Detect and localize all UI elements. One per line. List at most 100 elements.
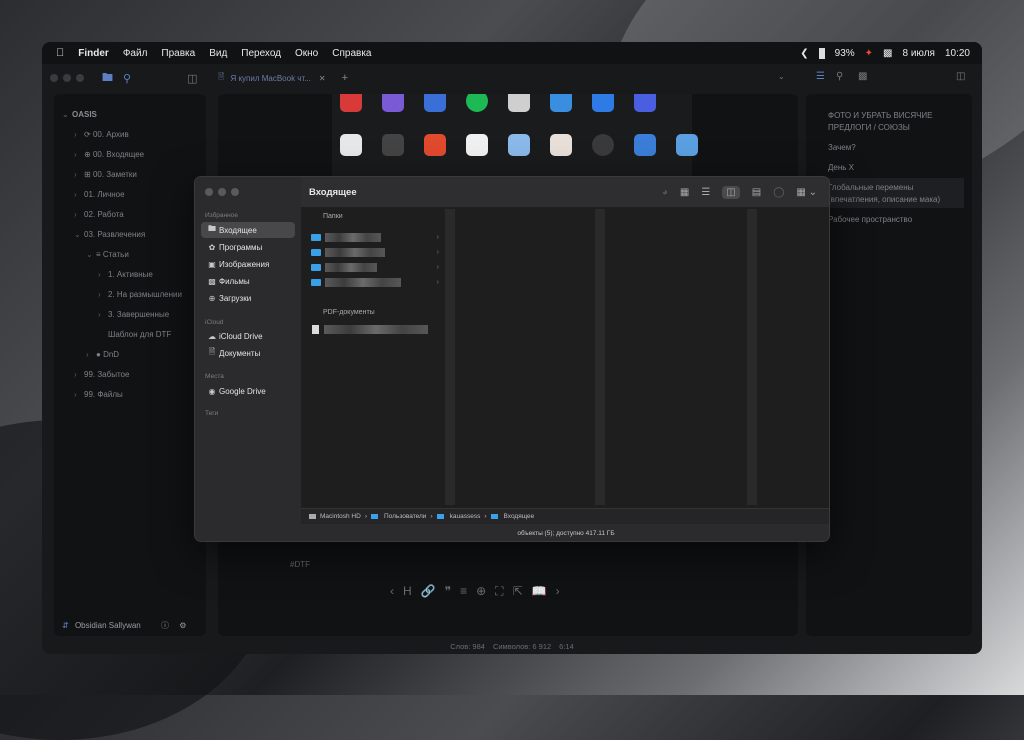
fullscreen-icon[interactable]: ⛶ — [495, 584, 503, 599]
icon-view-icon[interactable]: ▦ — [680, 187, 689, 198]
outline-item[interactable]: Рабочее пространство — [828, 214, 912, 225]
path-item[interactable]: kauassess — [450, 513, 481, 520]
sidebar-item-movies[interactable]: ▩ Фильмы — [201, 273, 295, 289]
folder-row[interactable]: › — [311, 246, 439, 258]
photo-icon: ▣ — [208, 259, 216, 269]
path-item[interactable]: Пользователи — [384, 513, 426, 520]
close-dot[interactable] — [50, 74, 58, 82]
new-tab-icon[interactable]: + — [342, 72, 348, 84]
outline-item[interactable]: Глобальные перемены — [828, 182, 913, 193]
list-view-icon[interactable]: ☰ — [701, 187, 710, 198]
tree-label: 99. Забытое — [84, 370, 130, 379]
menu-file[interactable]: Файл — [123, 48, 148, 59]
outline-item[interactable]: ПРЕДЛОГИ / СОЮЗЫ — [828, 122, 910, 133]
pdf-row[interactable] — [311, 323, 439, 335]
sidebar-item-icloud-drive[interactable]: ☁ iCloud Drive — [201, 328, 295, 344]
column-divider[interactable] — [747, 209, 757, 505]
control-center-icon[interactable]: ▩ — [883, 48, 892, 59]
home-folder-icon — [436, 514, 444, 519]
vault-root[interactable]: ⌄ OASIS — [62, 110, 97, 119]
close-tab-icon[interactable]: ✕ — [319, 74, 326, 83]
tree-item-notes[interactable]: › ⊞ 00. Заметки — [74, 170, 137, 179]
user-profile[interactable]: ⇵ Obsidian Sallywan ⓘ ⚙ — [62, 620, 186, 631]
zoom-dot[interactable] — [76, 74, 84, 82]
sidebar-item-google-drive[interactable]: ◉ Google Drive — [201, 383, 295, 399]
add-icon[interactable]: ⊕ — [476, 584, 486, 599]
export-icon[interactable]: ⇱ — [513, 584, 523, 599]
tag-icon[interactable]: ⚲ — [836, 71, 843, 82]
minimize-dot[interactable] — [218, 188, 226, 196]
gallery-view-icon[interactable]: ▤ — [752, 187, 761, 198]
format-toolbar: ‹ H 🔗 ❞ ≡ ⊕ ⛶ ⇱ 📖 › — [390, 584, 560, 599]
close-dot[interactable] — [205, 188, 213, 196]
outline-item[interactable]: Зачем? — [828, 142, 856, 153]
folder-row[interactable]: › — [311, 276, 439, 288]
apple-menu-icon[interactable]:  — [56, 47, 64, 59]
tree-item-dnd[interactable]: › ● DnD — [86, 350, 119, 359]
menu-finder[interactable]: Finder — [78, 48, 109, 59]
list-icon[interactable]: ☰ — [816, 71, 825, 82]
outline-item[interactable]: (впечатления, описание мака) — [828, 194, 940, 205]
folder-icon[interactable]: 🖿 — [102, 69, 113, 88]
path-item[interactable]: Входящее — [504, 513, 535, 520]
link-icon[interactable]: 🔗 — [421, 584, 436, 599]
outline-item[interactable]: День Х — [828, 162, 854, 173]
tab-note[interactable]: Я купил MacBook чт... — [230, 74, 310, 83]
tree-item-articles[interactable]: ⌄ ≡ Статьи — [86, 250, 129, 259]
folder-row[interactable]: › — [311, 231, 439, 243]
zoom-dot[interactable] — [231, 188, 239, 196]
tag-icon[interactable]: ◯ — [773, 187, 784, 198]
gear-icon[interactable]: ⚙ — [179, 621, 186, 630]
tree-item-archive[interactable]: › ⟳ 00. Архив — [74, 130, 129, 139]
sidebar-item-images[interactable]: ▣ Изображения — [201, 256, 295, 272]
user-name: Obsidian Sallywan — [74, 621, 141, 630]
airdrop-icon[interactable]: ◕ — [662, 187, 668, 198]
column-divider[interactable] — [595, 209, 605, 505]
tree-item-work[interactable]: › 02. Работа — [74, 210, 124, 219]
sidebar-toggle-icon[interactable]: ◫ — [187, 72, 197, 85]
help-icon[interactable]: ⓘ — [161, 621, 169, 630]
chevron-right-icon[interactable]: › — [556, 584, 560, 599]
battery-icon[interactable] — [818, 47, 825, 59]
tree-item-forgotten[interactable]: › 99. Забытое — [74, 370, 129, 379]
tree-item-entertainment[interactable]: ⌄ 03. Развлечения — [74, 230, 145, 239]
chevron-left-icon[interactable]: ‹ — [390, 584, 394, 599]
quote-icon[interactable]: ❞ — [445, 584, 451, 599]
menu-window[interactable]: Окно — [295, 48, 318, 59]
chevron-left-icon[interactable]: ❮ — [800, 48, 808, 59]
tree-item-personal[interactable]: › 01. Личное — [74, 190, 125, 199]
path-item[interactable]: Macintosh HD — [320, 513, 361, 520]
column-divider[interactable] — [445, 209, 455, 505]
minimize-dot[interactable] — [63, 74, 71, 82]
book-icon[interactable]: 📖 — [532, 584, 547, 599]
archive-icon[interactable]: ▩ — [858, 71, 867, 82]
right-sidebar-toggle-icon[interactable]: ◫ — [956, 71, 965, 82]
tree-item-inbox[interactable]: › ⊕ 00. Входящее — [74, 150, 144, 159]
tree-item-finished[interactable]: › 3. Завершенные — [98, 310, 169, 319]
folder-row[interactable]: › — [311, 261, 439, 273]
group-by-icon[interactable]: ▦ ⌄ — [796, 187, 817, 198]
menu-edit[interactable]: Правка — [161, 48, 195, 59]
outline-item[interactable]: ФОТО И УБРАТЬ ВИСЯЧИЕ — [828, 110, 933, 121]
sidebar-item-apps[interactable]: ✿ Программы — [201, 239, 295, 255]
sidebar-item-inbox[interactable]: 🖿 Входящее — [201, 222, 295, 238]
app-icon — [508, 134, 530, 156]
time-text: 10:20 — [944, 47, 970, 59]
menu-help[interactable]: Справка — [332, 48, 371, 59]
tag-dtf[interactable]: #DTF — [290, 560, 310, 569]
list-icon[interactable]: ≡ — [460, 584, 467, 599]
tree-item-files[interactable]: › 99. Файлы — [74, 390, 123, 399]
heading-icon[interactable]: H — [403, 584, 412, 599]
tree-item-thinking[interactable]: › 2. На размышлении — [98, 290, 182, 299]
chevron-down-icon[interactable]: ⌄ — [778, 72, 785, 81]
chevron-right-icon: › — [430, 513, 433, 520]
sidebar-item-downloads[interactable]: ⊕ Загрузки — [201, 290, 295, 306]
menu-go[interactable]: Переход — [241, 48, 281, 59]
tree-item-template[interactable]: Шаблон для DTF — [108, 330, 171, 339]
tree-item-active[interactable]: › 1. Активные — [98, 270, 153, 279]
figma-icon[interactable]: ✦ — [865, 48, 873, 59]
search-icon[interactable]: ⚲ — [123, 72, 131, 85]
column-view-icon[interactable]: ◫ — [722, 185, 740, 199]
sidebar-item-documents[interactable]: 🗎 Документы — [201, 345, 295, 361]
menu-view[interactable]: Вид — [209, 48, 227, 59]
